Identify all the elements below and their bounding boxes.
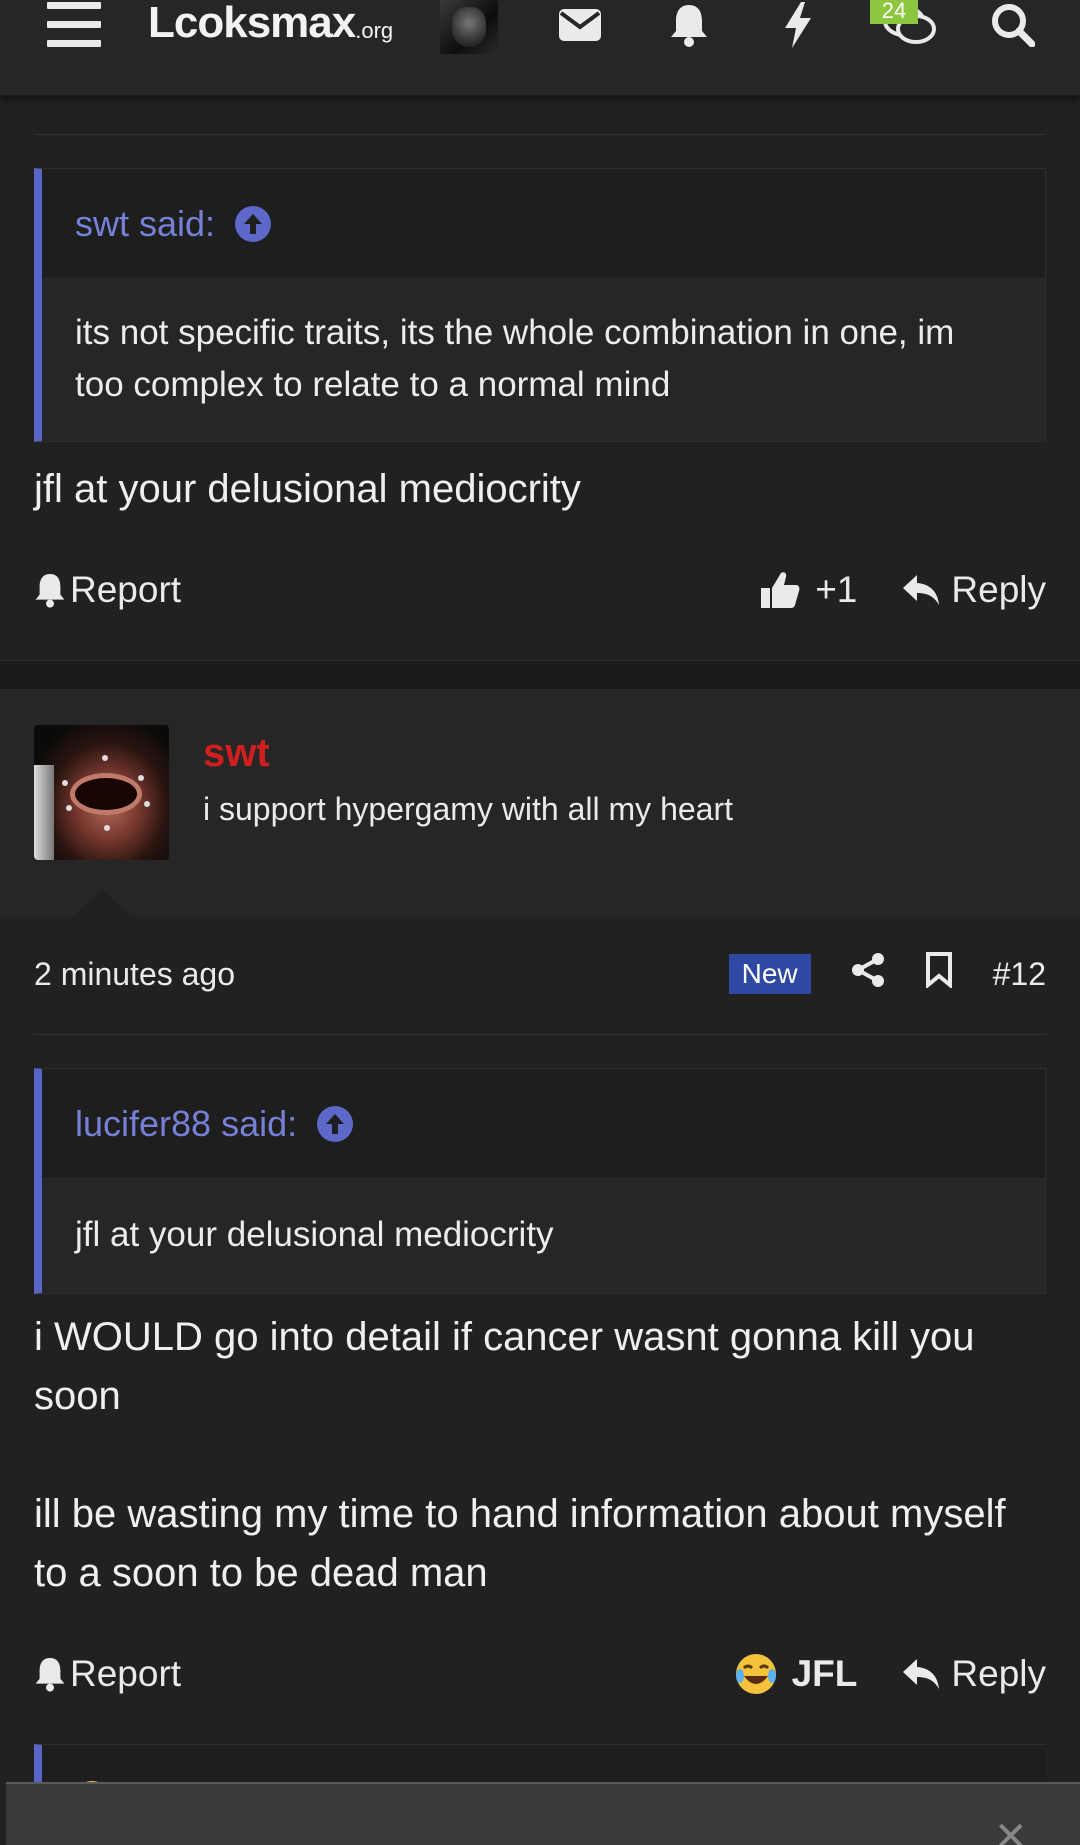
user-title: i support hypergamy with all my heart <box>203 791 733 827</box>
reply-arrow-icon <box>903 1659 940 1689</box>
reaction-count: +1 <box>815 569 858 610</box>
reaction-label: JFL <box>791 1653 858 1694</box>
quote-author: lucifer88 said: <box>75 1102 298 1144</box>
account-avatar[interactable] <box>440 0 498 54</box>
post-user-header: swt i support hypergamy with all my hear… <box>0 691 1080 917</box>
divider <box>34 134 1046 135</box>
arrow-up-icon[interactable] <box>235 205 272 242</box>
quote-author: swt said: <box>75 202 216 244</box>
envelope-icon[interactable] <box>556 0 604 50</box>
new-badge: New <box>728 954 811 994</box>
notification-count-badge: 24 <box>870 0 918 24</box>
post-number-link[interactable]: #12 <box>993 956 1046 993</box>
post-meta: 2 minutes ago New #12 <box>34 944 1046 1004</box>
bell-icon[interactable] <box>666 0 712 50</box>
post-actions: Report +1 Reply <box>34 560 1046 620</box>
like-button[interactable]: +1 <box>759 569 857 611</box>
reply-button[interactable]: Reply <box>901 1653 1046 1695</box>
post-actions: Report JFL Reply <box>34 1644 1046 1704</box>
bell-icon <box>35 1658 65 1692</box>
lightning-bolt-icon[interactable] <box>778 0 818 50</box>
site-logo[interactable]: Lcoksmax .org <box>148 0 418 47</box>
share-icon[interactable] <box>851 952 885 996</box>
quote-header[interactable]: swt said: <box>42 169 1045 279</box>
post-body: jfl at your delusional mediocrity <box>34 467 581 511</box>
quote-block: swt said: its not specific traits, its t… <box>34 168 1046 442</box>
report-label: Report <box>70 1653 182 1694</box>
reply-label: Reply <box>951 569 1046 610</box>
report-button[interactable]: Report <box>34 1653 181 1695</box>
bookmark-icon[interactable] <box>925 952 953 996</box>
username-link[interactable]: swt <box>203 731 270 776</box>
reaction-button[interactable]: JFL <box>734 1652 858 1696</box>
quote-block: lucifer88 said: jfl at your delusional m… <box>34 1068 1046 1294</box>
divider <box>34 1034 1046 1035</box>
arrow-up-icon[interactable] <box>317 1105 354 1142</box>
logo-main-text: Lcoksmax <box>148 0 356 47</box>
post-body-paragraph: ill be wasting my time to hand informati… <box>34 1492 1006 1595</box>
user-avatar[interactable] <box>34 725 169 860</box>
close-icon[interactable]: ✕ <box>994 1814 1028 1845</box>
thumbs-up-icon <box>761 572 800 608</box>
quote-text: jfl at your delusional mediocrity <box>42 1179 1045 1293</box>
quote-text: its not specific traits, its the whole c… <box>42 279 1045 441</box>
post-body-paragraph: i WOULD go into detail if cancer wasnt g… <box>34 1315 975 1418</box>
laughing-crying-emoji-icon <box>735 1654 776 1694</box>
reply-label: Reply <box>951 1653 1046 1694</box>
reply-button[interactable]: Reply <box>901 569 1046 611</box>
bottom-overlay-panel[interactable]: ✕ <box>6 1782 1080 1845</box>
user-header-caret <box>72 889 132 917</box>
reply-arrow-icon <box>903 575 940 605</box>
top-navigation-bar: Lcoksmax .org 24 <box>0 0 1080 96</box>
logo-suffix-text: .org <box>355 18 394 43</box>
bell-icon <box>35 574 65 608</box>
menu-icon[interactable] <box>44 0 104 50</box>
report-button[interactable]: Report <box>34 569 181 611</box>
post-timestamp[interactable]: 2 minutes ago <box>34 956 235 993</box>
search-icon[interactable] <box>988 0 1038 50</box>
post-separator <box>0 660 1080 690</box>
quote-header[interactable]: lucifer88 said: <box>42 1069 1045 1179</box>
report-label: Report <box>70 569 182 610</box>
